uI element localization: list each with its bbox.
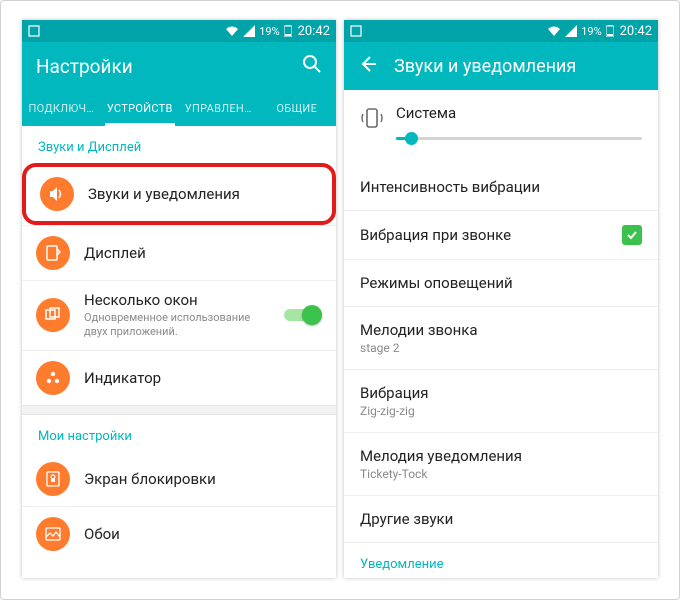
section-divider	[22, 405, 336, 415]
tab-device[interactable]: УСТРОЙСТВ	[101, 90, 180, 126]
page-title: Звуки и уведомления	[394, 56, 576, 77]
tab-connections[interactable]: ПОДКЛЮЧ…	[22, 90, 101, 126]
setting-vibration-intensity[interactable]: Интенсивность вибрации	[344, 164, 658, 210]
wallpaper-icon	[36, 517, 70, 551]
screenshot-sounds-notifications: 19% 20:42 Звуки и уведомления Система	[344, 20, 658, 578]
signal-icon	[243, 25, 255, 37]
lock-screen-icon	[36, 462, 70, 496]
display-icon	[36, 236, 70, 270]
setting-vibrate-on-call[interactable]: Вибрация при звонке	[344, 210, 658, 259]
item-lock-screen[interactable]: Экран блокировки	[22, 452, 336, 506]
setting-notification-sound[interactable]: Мелодия уведомления Tickety-Tock	[344, 432, 658, 495]
search-icon[interactable]	[302, 54, 322, 78]
volume-system-slider[interactable]	[396, 132, 642, 146]
status-bar: 19% 20:42	[22, 20, 336, 42]
vibrate-on-call-checkbox[interactable]	[622, 225, 642, 245]
setting-ringtone[interactable]: Мелодии звонка stage 2	[344, 306, 658, 369]
clock: 20:42	[298, 24, 330, 39]
app-indicator-icon	[28, 25, 40, 37]
screenshot-settings: 19% 20:42 Настройки ПОДКЛЮЧ… УСТРОЙСТВ У…	[22, 20, 336, 578]
app-bar: Настройки ПОДКЛЮЧ… УСТРОЙСТВ УПРАВЛЕН… О…	[22, 42, 336, 126]
app-indicator-icon	[350, 25, 362, 37]
clock: 20:42	[620, 24, 652, 39]
tab-general[interactable]: ОБЩИЕ	[258, 90, 337, 126]
item-display[interactable]: Дисплей	[22, 225, 336, 280]
tabs: ПОДКЛЮЧ… УСТРОЙСТВ УПРАВЛЕН… ОБЩИЕ	[22, 90, 336, 126]
item-multi-window[interactable]: Несколько окон Одновременное использован…	[22, 280, 336, 350]
section-header-notification: Уведомление	[344, 542, 658, 572]
volume-system-label: Система	[396, 104, 642, 122]
section-header-my-settings: Мои настройки	[22, 415, 336, 452]
item-sounds-notifications[interactable]: Звуки и уведомления	[22, 163, 336, 225]
item-title: Несколько окон	[84, 291, 270, 309]
item-indicator[interactable]: Индикатор	[22, 350, 336, 405]
battery-icon	[284, 25, 292, 37]
item-title: Индикатор	[84, 369, 322, 387]
wifi-icon	[547, 25, 561, 37]
page-title: Настройки	[36, 55, 286, 78]
indicator-icon	[36, 361, 70, 395]
battery-icon	[606, 25, 614, 37]
tab-controls[interactable]: УПРАВЛЕН…	[179, 90, 258, 126]
item-wallpaper[interactable]: Обои	[22, 506, 336, 561]
setting-vibration-pattern[interactable]: Вибрация Zig-zig-zig	[344, 369, 658, 432]
item-title: Звуки и уведомления	[88, 185, 318, 203]
item-title: Экран блокировки	[84, 470, 322, 488]
back-icon[interactable]	[358, 54, 378, 78]
volume-system-row: Система	[344, 90, 658, 164]
wifi-icon	[225, 25, 239, 37]
app-bar: Звуки и уведомления	[344, 42, 658, 90]
item-subtitle: Одновременное использование двух приложе…	[84, 311, 270, 340]
section-header-sounds-display: Звуки и Дисплей	[22, 126, 336, 163]
battery-percent: 19%	[581, 25, 601, 38]
setting-notification-modes[interactable]: Режимы оповещений	[344, 259, 658, 306]
battery-percent: 19%	[259, 25, 279, 38]
multi-window-toggle[interactable]	[284, 306, 322, 324]
item-title: Обои	[84, 525, 322, 543]
status-bar: 19% 20:42	[344, 20, 658, 42]
phone-vibrate-icon	[360, 106, 384, 134]
item-title: Дисплей	[84, 244, 322, 262]
setting-other-sounds[interactable]: Другие звуки	[344, 495, 658, 542]
signal-icon	[565, 25, 577, 37]
multi-window-icon	[36, 298, 70, 332]
speaker-icon	[40, 177, 74, 211]
